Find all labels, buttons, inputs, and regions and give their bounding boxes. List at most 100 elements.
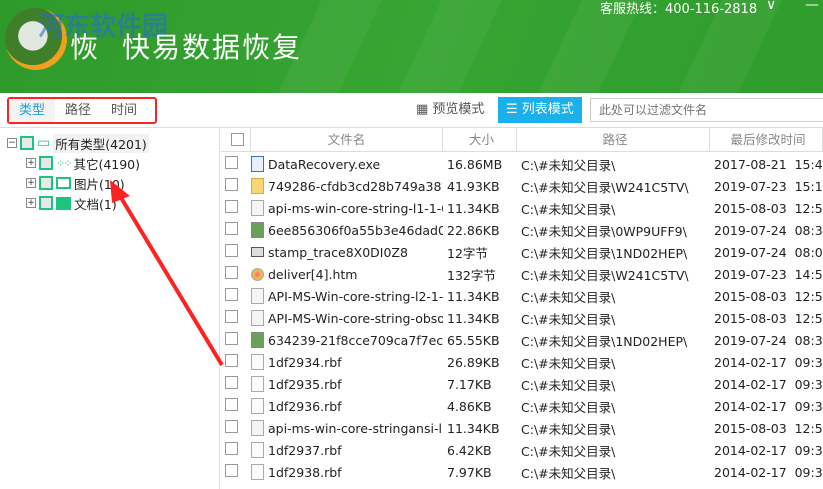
dll-file-icon — [251, 200, 264, 216]
file-name: api-ms-win-core-string-l1-1-0... — [268, 200, 443, 216]
tree-node-other[interactable]: + ⁘⁘ 其它(4190) — [26, 154, 140, 172]
toolbar: 类型 路径 时间 ▦ 预览模式 ☰ 列表模式 — [0, 93, 823, 128]
tab-time[interactable]: 时间 — [101, 99, 147, 122]
table-row[interactable]: api-ms-win-core-string-l1-1-0... 11.34KB… — [221, 197, 823, 219]
file-file-icon — [251, 464, 264, 480]
row-checkbox[interactable] — [225, 310, 238, 323]
file-name: API-MS-Win-core-string-obso... — [268, 310, 443, 326]
row-checkbox[interactable] — [225, 288, 238, 301]
table-row[interactable]: 634239-21f8cce709ca7f7ecda... 65.55KB C:… — [221, 329, 823, 351]
file-date: 2019-07-23 14:59 — [714, 266, 823, 282]
folder-icon — [56, 196, 71, 210]
table-row[interactable]: DataRecovery.exe 16.86MB C:\#未知父目录\ 2017… — [221, 153, 823, 175]
file-name: api-ms-win-core-stringansi-l1... — [268, 420, 443, 436]
file-name: DataRecovery.exe — [268, 156, 381, 172]
filter-input[interactable] — [590, 98, 823, 122]
file-name: 1df2938.rbf — [268, 464, 342, 480]
file-file-icon — [251, 442, 264, 458]
tree-node-documents[interactable]: + 文档(1) — [26, 194, 117, 212]
tree-node-images[interactable]: + 图片(10) — [26, 174, 125, 192]
table-row[interactable]: 749286-cfdb3cd28b749a381e... 41.93KB C:\… — [221, 175, 823, 197]
drive-file-icon — [251, 247, 264, 257]
row-checkbox[interactable] — [225, 354, 238, 367]
table-row[interactable]: API-MS-Win-core-string-obso... 11.34KB C… — [221, 307, 823, 329]
table-row[interactable]: api-ms-win-core-stringansi-l1... 11.34KB… — [221, 417, 823, 439]
column-name[interactable]: 文件名 — [251, 128, 443, 151]
column-date[interactable]: 最后修改时间 — [710, 128, 823, 151]
row-checkbox[interactable] — [225, 200, 238, 213]
file-path: C:\#未知父目录\ — [521, 465, 616, 481]
file-file-icon — [251, 354, 264, 370]
file-path: C:\#未知父目录\ — [521, 311, 616, 327]
file-size: 22.86KB — [447, 222, 500, 238]
table-row[interactable]: deliver[4].htm 132字节 C:\#未知父目录\W241C5TV\… — [221, 263, 823, 285]
table-row[interactable]: 6ee856306f0a55b3e46dad09... 22.86KB C:\#… — [221, 219, 823, 241]
file-name: stamp_trace8X0DI0Z8 — [268, 244, 408, 260]
zip-file-icon — [251, 178, 264, 194]
list-mode-button[interactable]: ☰ 列表模式 — [498, 97, 582, 123]
row-checkbox[interactable] — [225, 244, 238, 257]
file-path: C:\#未知父目录\ — [521, 289, 616, 305]
file-name: 634239-21f8cce709ca7f7ecda... — [268, 332, 443, 348]
table-row[interactable]: 1df2936.rbf 4.86KB C:\#未知父目录\ 2014-02-17… — [221, 395, 823, 417]
file-name: API-MS-Win-core-string-l2-1-... — [268, 288, 443, 304]
row-checkbox[interactable] — [225, 222, 238, 235]
table-row[interactable]: 1df2934.rbf 26.89KB C:\#未知父目录\ 2014-02-1… — [221, 351, 823, 373]
tab-type[interactable]: 类型 — [9, 99, 56, 122]
row-checkbox[interactable] — [225, 156, 238, 169]
tree-checkbox[interactable] — [39, 196, 53, 210]
file-size: 65.55KB — [447, 332, 500, 348]
row-checkbox[interactable] — [225, 420, 238, 433]
tree-node-all[interactable]: − ▭ 所有类型(4201) — [7, 133, 149, 153]
row-checkbox[interactable] — [225, 376, 238, 389]
file-size: 41.93KB — [447, 178, 500, 194]
table-row[interactable]: stamp_trace8X0DI0Z8 12字节 C:\#未知父目录\1ND02… — [221, 241, 823, 263]
row-checkbox[interactable] — [225, 398, 238, 411]
table-row[interactable]: 1df2938.rbf 7.97KB C:\#未知父目录\ 2014-02-17… — [221, 461, 823, 483]
file-path: C:\#未知父目录\ — [521, 157, 616, 173]
row-checkbox[interactable] — [225, 178, 238, 191]
table-row[interactable]: 1df2935.rbf 7.17KB C:\#未知父目录\ 2014-02-17… — [221, 373, 823, 395]
file-path: C:\#未知父目录\W241C5TV\ — [521, 179, 689, 195]
table-row[interactable]: 1df2937.rbf 6.42KB C:\#未知父目录\ 2014-02-17… — [221, 439, 823, 461]
file-size: 6.42KB — [447, 442, 492, 458]
file-size: 7.97KB — [447, 464, 492, 480]
img-file-icon — [251, 222, 264, 238]
preview-mode-button[interactable]: ▦ 预览模式 — [408, 97, 492, 123]
file-date: 2014-02-17 09:39 — [714, 398, 823, 414]
grid-icon: ▦ — [416, 102, 433, 117]
minimize-icon[interactable]: — — [805, 0, 819, 13]
expand-icon[interactable]: + — [26, 158, 36, 168]
table-row[interactable]: API-MS-Win-core-string-l2-1-... 11.34KB … — [221, 285, 823, 307]
type-tree: − ▭ 所有类型(4201) + ⁘⁘ 其它(4190) + 图片(10) + … — [0, 128, 220, 489]
row-checkbox[interactable] — [225, 332, 238, 345]
dll-file-icon — [251, 420, 264, 436]
file-path: C:\#未知父目录\ — [521, 443, 616, 459]
file-path: C:\#未知父目录\ — [521, 399, 616, 415]
row-checkbox[interactable] — [225, 266, 238, 279]
file-file-icon — [251, 376, 264, 392]
file-size: 12字节 — [447, 245, 488, 261]
expand-icon[interactable]: + — [26, 198, 36, 208]
file-size: 16.86MB — [447, 156, 503, 172]
tab-path[interactable]: 路径 — [55, 99, 101, 122]
select-all-checkbox[interactable] — [221, 128, 251, 151]
tree-checkbox[interactable] — [39, 156, 53, 170]
file-name: 1df2935.rbf — [268, 376, 342, 392]
tree-checkbox[interactable] — [39, 176, 53, 190]
app-header: 河东软件园 恢快易数据恢复 客服热线：400-116-2818 ∨ — — [0, 0, 823, 93]
file-date: 2015-08-03 12:55 — [714, 420, 823, 436]
collapse-icon[interactable]: − — [7, 138, 17, 148]
column-size[interactable]: 大小 — [443, 128, 517, 151]
tree-checkbox[interactable] — [20, 136, 34, 150]
chevron-down-icon[interactable]: ∨ — [766, 0, 776, 13]
file-date: 2019-07-23 15:15 — [714, 178, 823, 194]
row-checkbox[interactable] — [225, 464, 238, 477]
file-path: C:\#未知父目录\ — [521, 201, 616, 217]
column-path[interactable]: 路径 — [517, 128, 710, 151]
file-date: 2015-08-03 12:55 — [714, 200, 823, 216]
file-size: 4.86KB — [447, 398, 492, 414]
file-path: C:\#未知父目录\ — [521, 355, 616, 371]
expand-icon[interactable]: + — [26, 178, 36, 188]
row-checkbox[interactable] — [225, 442, 238, 455]
